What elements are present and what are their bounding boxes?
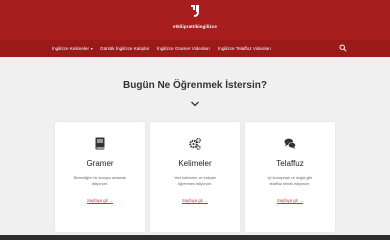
logo-text: etkiliprattikingilizce xyxy=(173,24,217,29)
nav-item-telaffuz-videolari[interactable]: İngilizce Telaffuz Videoları xyxy=(218,44,271,54)
card-description: Bilmediğim bir konuyu anlamak istiyorum. xyxy=(73,176,127,186)
book-icon xyxy=(95,137,105,150)
page-title: Bugün Ne Öğrenmek İstersin? xyxy=(123,80,267,91)
card-link[interactable]: Sayfaya git → xyxy=(55,198,145,203)
card-telaffuz: Telaffuz İyi konuşmak ve doğal gibi tela… xyxy=(245,122,335,232)
card-title: Gramer xyxy=(86,159,114,168)
nav-item-kelimeler[interactable]: İngilizce Kelimeler▼ xyxy=(52,44,94,54)
chevron-down-icon xyxy=(191,101,199,107)
card-link[interactable]: Sayfaya git → xyxy=(245,198,335,203)
card-kelimeler: Kelimeler Yeni kelimeler ve kalıplar öğr… xyxy=(150,122,240,232)
card-gramer: Gramer Bilmediğim bir konuyu anlamak ist… xyxy=(55,122,145,232)
nav-item-label: İngilizce Kelimeler xyxy=(52,46,90,51)
card-link[interactable]: Sayfaya git → xyxy=(150,198,240,203)
nav-item-label: İngilizce Gramer Videoları xyxy=(157,46,210,51)
main-nav: İngilizce Kelimeler▼ Günlük İngilizce Ka… xyxy=(0,40,390,57)
site-logo[interactable]: etkiliprattikingilizce xyxy=(0,4,390,29)
nav-item-label: İngilizce Telaffuz Videoları xyxy=(218,46,271,51)
card-title: Telaffuz xyxy=(276,159,304,168)
card-title: Kelimeler xyxy=(178,159,212,168)
top-header: etkiliprattikingilizce xyxy=(0,0,390,40)
logo-icon xyxy=(191,5,199,17)
nav-item-label: Günlük İngilizce Kalıplar xyxy=(100,46,150,51)
card-description: Yeni kelimeler ve kalıplar öğrenmek isti… xyxy=(174,176,216,186)
card-description: İyi konuşmak ve doğal gibi telaffuz etme… xyxy=(267,176,313,186)
chat-icon xyxy=(284,138,296,149)
bottom-strip xyxy=(0,235,390,240)
gears-icon xyxy=(189,137,201,150)
chevron-down-icon: ▼ xyxy=(90,47,94,51)
search-icon[interactable] xyxy=(339,44,347,52)
nav-item-kaliplar[interactable]: Günlük İngilizce Kalıplar xyxy=(100,44,149,54)
nav-item-gramer-videolari[interactable]: İngilizce Gramer Videoları xyxy=(157,44,210,54)
